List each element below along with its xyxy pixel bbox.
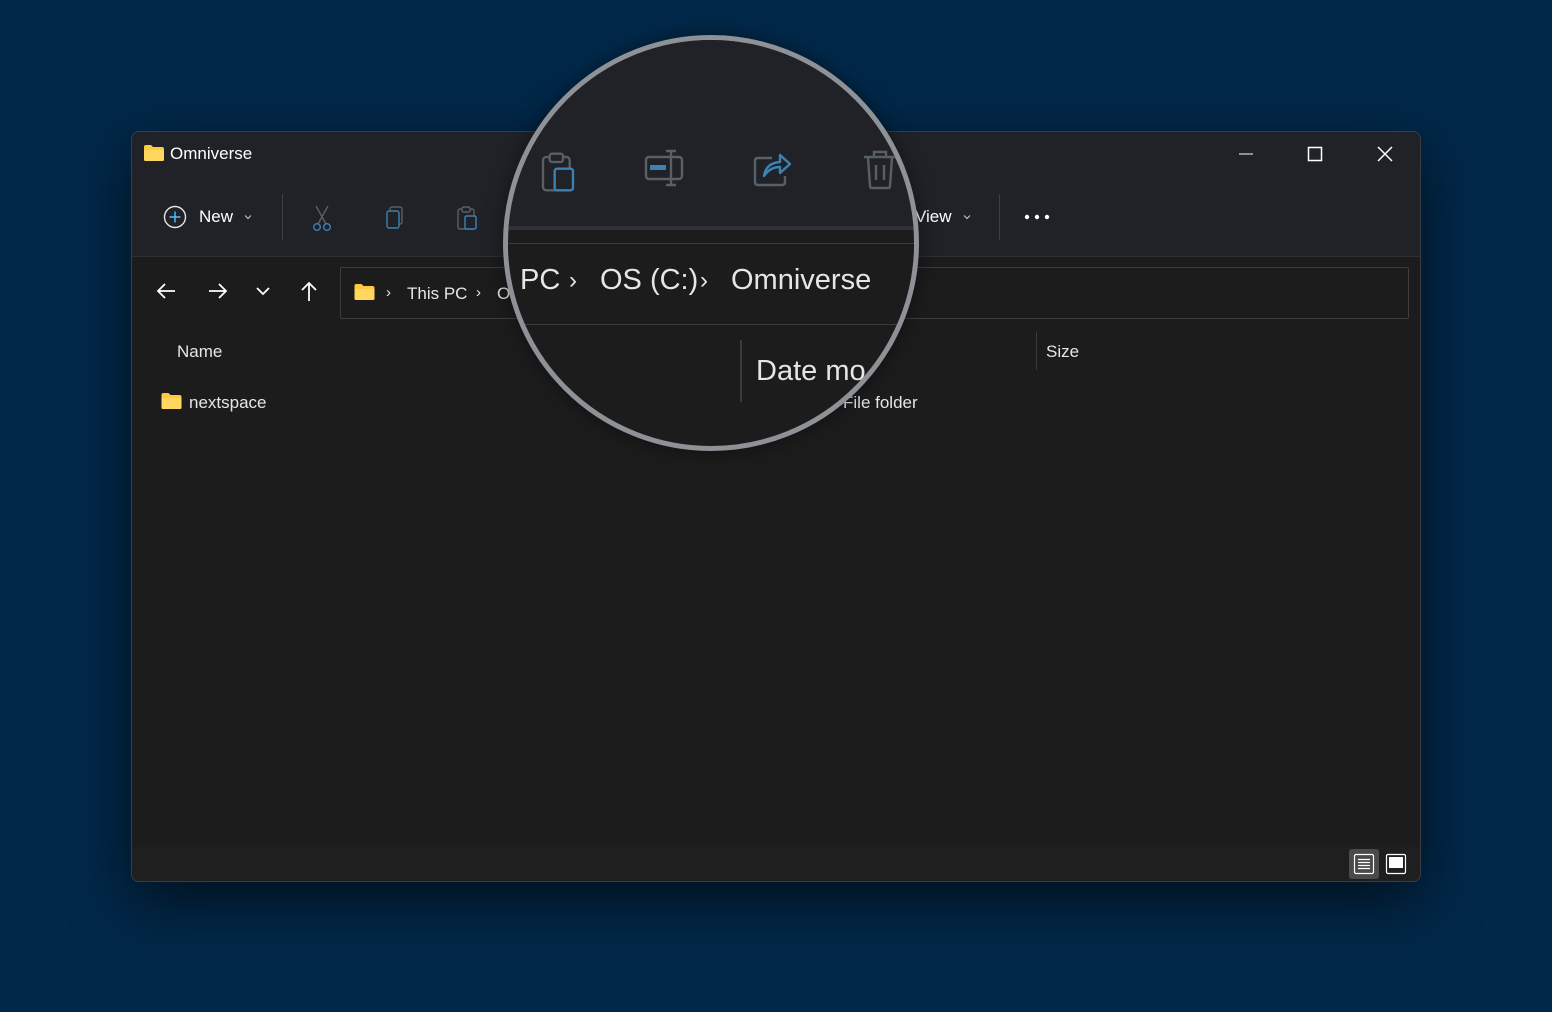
window-title: Omniverse	[170, 144, 253, 163]
crumb-this-pc[interactable]: This PC	[407, 284, 467, 304]
folder-icon	[353, 283, 376, 306]
details-view-button[interactable]	[1349, 849, 1379, 879]
status-bar	[132, 847, 1420, 881]
chevron-right-icon: ›	[386, 284, 391, 301]
cut-button[interactable]	[309, 204, 335, 232]
magnifier-lens: PC › OS (C:) › Omniverse Date mo	[503, 35, 919, 451]
cut-icon	[313, 205, 331, 232]
rename-icon	[644, 148, 688, 193]
magnified-crumb-pc: PC	[520, 264, 561, 296]
file-name: nextspace	[189, 393, 267, 412]
details-view-icon	[1353, 853, 1375, 875]
share-icon	[752, 148, 792, 193]
back-arrow-icon	[156, 283, 175, 299]
forward-arrow-icon	[209, 283, 228, 299]
see-more-button[interactable]	[1020, 206, 1054, 228]
close-button[interactable]	[1350, 132, 1420, 176]
forward-button[interactable]	[202, 275, 234, 307]
view-button[interactable]: View	[915, 204, 972, 230]
column-name[interactable]: Name	[177, 342, 222, 362]
delete-icon	[860, 148, 900, 195]
chevron-down-icon	[963, 215, 970, 220]
column-divider[interactable]	[1036, 332, 1037, 370]
paste-icon	[457, 206, 477, 230]
chevron-right-icon: ›	[700, 267, 708, 294]
maximize-icon	[1307, 146, 1323, 162]
folder-icon	[143, 144, 165, 167]
view-label: View	[915, 207, 952, 226]
up-arrow-icon	[301, 281, 317, 301]
magnified-divider	[508, 226, 914, 230]
paste-icon	[538, 150, 578, 199]
copy-icon	[386, 206, 403, 229]
maximize-button[interactable]	[1280, 132, 1350, 176]
magnified-crumb-omniverse: Omniverse	[731, 264, 872, 296]
new-label: New	[199, 207, 234, 226]
chevron-down-icon	[256, 287, 270, 296]
add-icon	[163, 205, 187, 229]
column-size[interactable]: Size	[1046, 342, 1079, 362]
file-type: File folder	[843, 393, 918, 412]
magnified-crumb-os: OS (C:)	[600, 264, 699, 296]
recent-locations-button[interactable]	[247, 275, 279, 307]
minimize-button[interactable]	[1211, 132, 1281, 176]
toolbar-separator	[999, 194, 1000, 240]
close-icon	[1377, 146, 1393, 162]
more-icon	[1024, 214, 1050, 220]
back-button[interactable]	[150, 275, 182, 307]
copy-button[interactable]	[382, 204, 408, 232]
folder-icon	[160, 392, 183, 415]
toolbar-separator	[282, 194, 283, 240]
magnified-toolbar	[508, 40, 914, 230]
large-icons-view-icon	[1385, 853, 1407, 875]
minimize-icon	[1239, 153, 1253, 155]
large-icons-view-button[interactable]	[1381, 849, 1411, 879]
chevron-right-icon: ›	[569, 267, 577, 294]
magnified-column-date: Date mo	[756, 355, 866, 387]
magnified-column-divider	[740, 340, 742, 402]
chevron-right-icon: ›	[476, 284, 481, 301]
paste-button[interactable]	[454, 204, 480, 232]
new-button[interactable]: New	[163, 204, 253, 230]
chevron-down-icon	[244, 215, 252, 220]
up-button[interactable]	[293, 275, 325, 307]
